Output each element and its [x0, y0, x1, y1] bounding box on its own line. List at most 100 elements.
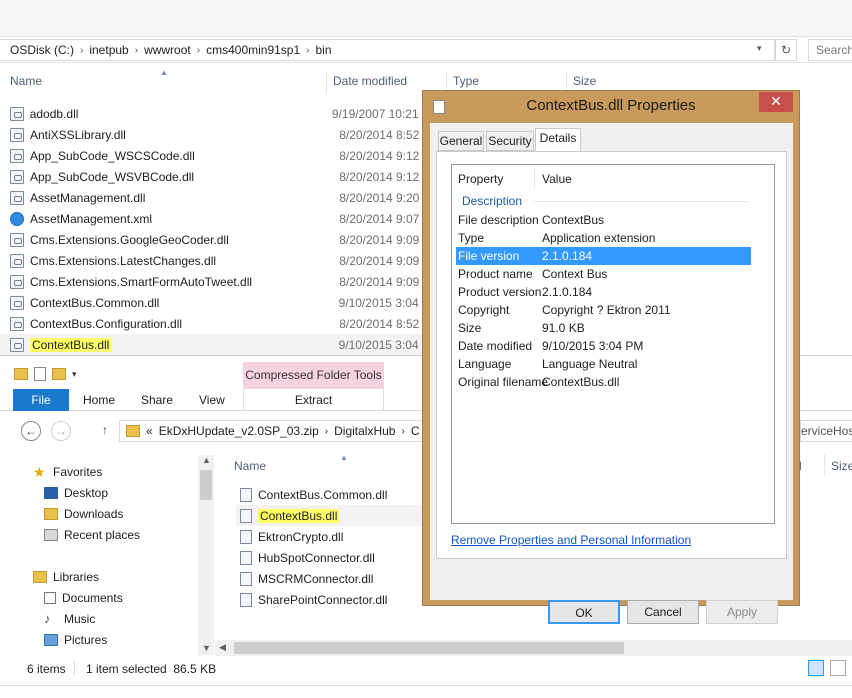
prop-key: Copyright: [458, 303, 510, 317]
up-button[interactable]: ↑: [102, 423, 108, 437]
header-property[interactable]: Property: [458, 170, 503, 188]
refresh-icon[interactable]: ↻: [775, 39, 797, 61]
dll-file-icon: [10, 169, 24, 184]
nav-pictures[interactable]: Pictures: [44, 630, 107, 650]
file-name: AssetManagement.dll: [29, 190, 146, 205]
file-row[interactable]: ContextBus.Configuration.dll 8/20/2014 8:…: [0, 313, 430, 334]
address-dropdown-icon[interactable]: ▾: [757, 43, 762, 54]
tab-general[interactable]: General: [438, 131, 484, 151]
properties-dialog: ContextBus.dll Properties ✕ General Secu…: [422, 90, 800, 624]
col-size-2[interactable]: Size: [831, 459, 852, 473]
file-row[interactable]: ContextBus.Common.dll 9/10/2015 3:04 P: [0, 292, 430, 313]
file-name: ContextBus.Common.dll: [29, 295, 160, 310]
overflow-chevron[interactable]: «: [146, 424, 153, 438]
prop-row[interactable]: Original filename ContextBus.dll: [456, 373, 751, 391]
prop-row-selected[interactable]: File version 2.1.0.184: [456, 247, 751, 265]
nav-scroll-up-icon[interactable]: ▲: [202, 455, 211, 465]
file-row[interactable]: Cms.Extensions.SmartFormAutoTweet.dll 8/2…: [0, 271, 430, 292]
nav-libraries[interactable]: Libraries: [33, 567, 99, 587]
nav-documents[interactable]: Documents: [44, 588, 123, 608]
tab-file[interactable]: File: [13, 389, 69, 411]
file-row[interactable]: App_SubCode_WSVBCode.dll 8/20/2014 9:12 A: [0, 166, 430, 187]
close-icon[interactable]: ✕: [759, 92, 793, 112]
file-date: 8/20/2014 8:52 A: [339, 316, 430, 331]
file-row[interactable]: AssetManagement.xml 8/20/2014 9:07 A: [0, 208, 430, 229]
tab-home[interactable]: Home: [83, 393, 115, 407]
prop-row[interactable]: Language Language Neutral: [456, 355, 751, 373]
ok-button[interactable]: OK: [548, 600, 620, 624]
prop-row[interactable]: Size 91.0 KB: [456, 319, 751, 337]
file-name: adodb.dll: [29, 106, 79, 121]
file-row-selected[interactable]: ContextBus.dll 9/10/2015 3:04 P: [0, 334, 430, 355]
tab-share[interactable]: Share: [141, 393, 173, 407]
h-scroll-thumb[interactable]: [234, 642, 624, 654]
h-scroll-left-icon[interactable]: ◀: [219, 642, 226, 653]
apply-button[interactable]: Apply: [706, 600, 778, 624]
address-bar-2[interactable]: « EkDxHUpdate_v2.0SP_03.zip › DigitalxHub…: [119, 420, 429, 442]
dll-file-icon: [240, 571, 252, 586]
prop-key: Date modified: [458, 339, 533, 353]
nav-scroll-down-icon[interactable]: ▼: [202, 643, 211, 653]
cancel-button[interactable]: Cancel: [627, 600, 699, 624]
prop-row[interactable]: Type Application extension: [456, 229, 751, 247]
file-row[interactable]: adodb.dll 9/19/2007 10:21 P: [0, 103, 430, 124]
tab-details[interactable]: Details: [535, 128, 581, 152]
col-date[interactable]: Date modified: [333, 74, 407, 96]
nav-recent[interactable]: Recent places: [44, 525, 140, 545]
file-row[interactable]: App_SubCode_WSCSCode.dll 8/20/2014 9:12 A: [0, 145, 430, 166]
nav-scroll-thumb[interactable]: [200, 470, 212, 500]
breadcrumb-c[interactable]: C: [411, 424, 420, 438]
header-value[interactable]: Value: [542, 170, 572, 188]
file-name: EktronCrypto.dll: [258, 529, 344, 544]
quick-access-toolbar: ▾: [14, 365, 104, 383]
breadcrumb-4[interactable]: bin: [316, 43, 332, 57]
prop-value: 9/10/2015 3:04 PM: [542, 339, 644, 353]
prop-row[interactable]: File description ContextBus: [456, 211, 751, 229]
prop-row[interactable]: Product version 2.1.0.184: [456, 283, 751, 301]
dialog-title: ContextBus.dll Properties: [526, 97, 696, 114]
details-view-icon[interactable]: [808, 660, 824, 676]
prop-row[interactable]: Date modified 9/10/2015 3:04 PM: [456, 337, 751, 355]
col-name-2[interactable]: Name: [234, 459, 266, 473]
folder-icon[interactable]: [14, 368, 28, 380]
nav-favorites[interactable]: ★ Favorites: [33, 462, 102, 482]
details-panel: Property Value Description File descripti…: [436, 151, 787, 559]
prop-row[interactable]: Copyright Copyright ? Ektron 2011: [456, 301, 751, 319]
dll-file-icon: [10, 232, 24, 247]
file-date: 9/10/2015 3:04 P: [338, 295, 430, 310]
file-date: 9/19/2007 10:21 P: [331, 106, 430, 121]
file-date: 8/20/2014 9:20 A: [339, 190, 430, 205]
breadcrumb-2[interactable]: wwwroot: [144, 43, 191, 57]
breadcrumb-1[interactable]: inetpub: [89, 43, 128, 57]
address-bar[interactable]: OSDisk (C:) › inetpub › wwwroot › cms400min…: [0, 39, 775, 61]
nav-music[interactable]: ♪ Music: [44, 609, 95, 629]
file-name: Cms.Extensions.SmartFormAutoTweet.dll: [29, 274, 253, 289]
sort-arrow-icon: ▲: [160, 68, 168, 77]
prop-key: Product version: [458, 285, 542, 299]
breadcrumb-zip[interactable]: EkDxHUpdate_v2.0SP_03.zip: [159, 424, 319, 438]
context-tab-compressed: Compressed Folder Tools: [243, 362, 384, 389]
back-button[interactable]: ←: [21, 421, 41, 441]
search-input[interactable]: Search: [808, 39, 852, 61]
nav-downloads[interactable]: Downloads: [44, 504, 123, 524]
col-name[interactable]: Name: [10, 74, 42, 96]
prop-row[interactable]: Product name Context Bus: [456, 265, 751, 283]
new-folder-icon[interactable]: [52, 368, 66, 380]
forward-button[interactable]: →: [51, 421, 71, 441]
tab-extract[interactable]: Extract: [243, 389, 384, 411]
breadcrumb-3[interactable]: cms400min91sp1: [206, 43, 300, 57]
breadcrumb-0[interactable]: OSDisk (C:): [10, 43, 74, 57]
file-row[interactable]: Cms.Extensions.LatestChanges.dll 8/20/201…: [0, 250, 430, 271]
star-icon: ★: [33, 464, 46, 480]
file-row[interactable]: Cms.Extensions.GoogleGeoCoder.dll 8/20/20…: [0, 229, 430, 250]
nav-desktop[interactable]: Desktop: [44, 483, 108, 503]
file-row[interactable]: AntiXSSLibrary.dll 8/20/2014 8:52 A: [0, 124, 430, 145]
tab-security[interactable]: Security: [486, 131, 534, 151]
breadcrumb-hub[interactable]: DigitalxHub: [334, 424, 395, 438]
tab-view[interactable]: View: [199, 393, 225, 407]
tiles-view-icon[interactable]: [830, 660, 846, 676]
file-row[interactable]: AssetManagement.dll 8/20/2014 9:20 A: [0, 187, 430, 208]
properties-icon[interactable]: [34, 367, 46, 381]
qat-dropdown-icon[interactable]: ▾: [72, 369, 77, 380]
remove-properties-link[interactable]: Remove Properties and Personal Informati…: [451, 533, 691, 547]
